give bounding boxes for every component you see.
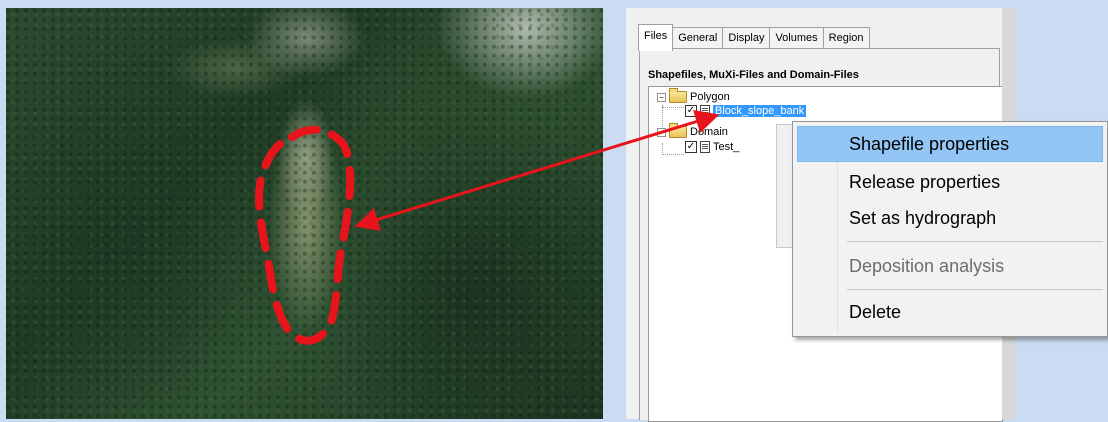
collapse-icon[interactable]: − (657, 92, 666, 102)
document-icon (700, 141, 710, 153)
aerial-photo (6, 8, 603, 419)
menu-item-deposition-analysis: Deposition analysis (849, 256, 1005, 276)
tree-node-domain[interactable]: − Domain (657, 123, 728, 139)
menu-item-set-as-hydrograph[interactable]: Set as hydrograph (797, 200, 1103, 236)
tab-display[interactable]: Display (722, 27, 771, 49)
tree-node-label: Test_ (713, 141, 740, 153)
tree-node-label: Domain (690, 126, 728, 138)
menu-item-delete[interactable]: Delete (797, 294, 1103, 330)
context-menu: Shapefile properties Release properties … (792, 121, 1108, 337)
tree-node-polygon[interactable]: − Polygon (657, 88, 730, 104)
collapse-icon[interactable]: − (657, 127, 666, 137)
visibility-checkbox[interactable]: ✓ (685, 105, 697, 117)
tab-strip: Files General Display Volumes Region (638, 24, 870, 51)
tab-general[interactable]: General (672, 27, 724, 49)
tree-node-label: Polygon (690, 91, 730, 103)
visibility-checkbox[interactable]: ✓ (685, 141, 697, 153)
menu-separator (847, 241, 1103, 242)
tree-node-domain-file[interactable]: ✓ Test_ (685, 140, 739, 154)
tab-volumes[interactable]: Volumes (769, 27, 824, 49)
menu-item-release-properties[interactable]: Release properties (797, 164, 1103, 200)
tree-node-label: Block_slope_bank (713, 105, 807, 117)
tab-files[interactable]: Files (638, 24, 674, 51)
folder-icon (669, 88, 687, 103)
tree-node-polygon-file[interactable]: ✓ Block_slope_bank (685, 104, 807, 118)
document-icon (700, 105, 710, 117)
menu-separator (847, 289, 1103, 290)
files-heading: Shapefiles, MuXi-Files and Domain-Files (648, 69, 859, 81)
tab-region[interactable]: Region (822, 27, 870, 49)
folder-icon (669, 123, 687, 138)
menu-item-shapefile-properties[interactable]: Shapefile properties (797, 126, 1103, 162)
